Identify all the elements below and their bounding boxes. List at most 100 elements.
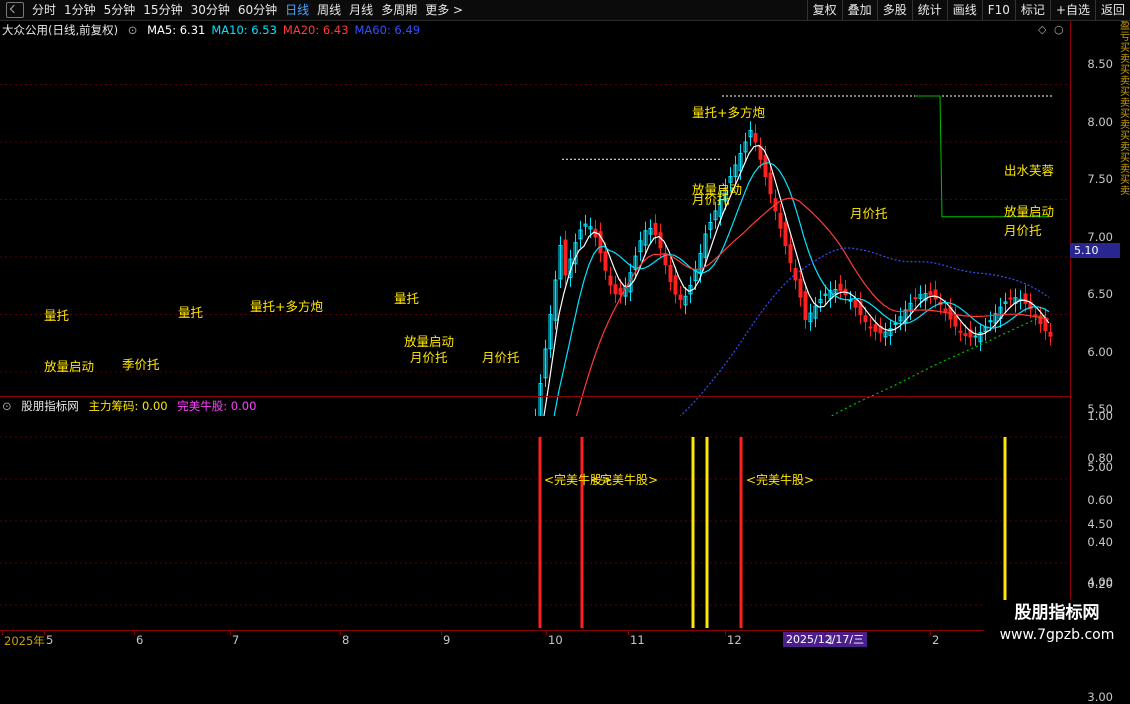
period-tab-1[interactable]: 1分钟	[60, 0, 100, 20]
back-icon[interactable]	[6, 2, 24, 18]
candle-body	[953, 315, 958, 327]
candle-body	[958, 330, 963, 333]
period-tab-6[interactable]: 日线	[281, 0, 313, 20]
indicator-tick: 0.40	[1087, 535, 1113, 549]
toolbar-button-4[interactable]: 画线	[946, 0, 982, 20]
date-tick: 5	[46, 633, 54, 647]
indicator-value-2: 完美牛股: 0.00	[177, 399, 257, 413]
date-axis: 2025/12/17/三 2025年 5 6 7 8 9 10 11 12 1 2	[0, 630, 1070, 651]
candle-body	[1048, 331, 1053, 337]
toolbar-button-3[interactable]: 统计	[911, 0, 947, 20]
stock-title: 大众公用(日线,前复权)	[2, 23, 119, 37]
candle-body	[778, 212, 783, 229]
date-tick-mark	[44, 631, 45, 635]
candle-body	[668, 264, 673, 283]
period-tab-3[interactable]: 15分钟	[139, 0, 186, 20]
candle-body	[1008, 297, 1013, 300]
date-tick: 8	[342, 633, 350, 647]
period-tab-10[interactable]: 更多 >	[421, 0, 467, 20]
period-tab-7[interactable]: 周线	[313, 0, 345, 20]
date-tick-mark	[340, 631, 341, 635]
candle-body	[763, 154, 768, 177]
candle-body	[803, 291, 808, 321]
toolbar-button-2[interactable]: 多股	[876, 0, 912, 20]
period-tab-8[interactable]: 月线	[345, 0, 377, 20]
sub-legend: ⊙ 股朋指标网 主力筹码: 0.00 完美牛股: 0.00	[2, 398, 262, 414]
date-tick: 2	[932, 633, 940, 647]
candle-body	[613, 284, 618, 295]
date-tick: 6	[136, 633, 144, 647]
ma-label-1: MA10: 6.53	[211, 23, 277, 37]
current-price-badge: 5.10	[1070, 243, 1120, 258]
signal-label: 月价托	[482, 350, 520, 365]
chart-area[interactable]: 大众公用(日线,前复权) ⊙ MA5: 6.31 MA10: 6.53 MA20: …	[0, 21, 1070, 630]
toolbar-button-8[interactable]: 返回	[1094, 0, 1130, 20]
candle-body	[963, 333, 968, 337]
indicator-chart: <完美牛股><完美牛股> <完美牛股>	[0, 436, 1070, 628]
price-chart: 量托放量启动 季价托量托 量托+多方炮量托放量启动月价托 月价托量托+多方炮放量启动月…	[0, 84, 1070, 416]
candle-body	[848, 299, 853, 302]
indicator-tick: 0.60	[1087, 493, 1113, 507]
period-tab-2[interactable]: 5分钟	[100, 0, 140, 20]
date-tick-mark	[628, 631, 629, 635]
period-tab-9[interactable]: 多周期	[377, 0, 421, 20]
period-tab-0[interactable]: 分时	[28, 0, 60, 20]
close-icon[interactable]: ○	[1054, 23, 1064, 36]
candle-body	[943, 308, 948, 313]
date-tick: 2025年	[4, 634, 45, 648]
candle-body	[783, 222, 788, 247]
period-tab-4[interactable]: 30分钟	[187, 0, 234, 20]
watermark-title: 股朋指标网	[1014, 603, 1100, 623]
toolbar-button-1[interactable]: 叠加	[841, 0, 877, 20]
indicator-tick: 1.00	[1087, 409, 1113, 423]
toolbar-button-6[interactable]: 标记	[1014, 0, 1050, 20]
price-tick: 7.50	[1087, 172, 1113, 186]
period-tab-5[interactable]: 60分钟	[234, 0, 281, 20]
toolbar-button-7[interactable]: +自选	[1049, 0, 1095, 20]
watermark: 股朋指标网 www.7gpzb.com	[984, 600, 1130, 650]
signal-label: 出水芙蓉	[1004, 163, 1055, 178]
candle-body	[618, 287, 623, 295]
toolbar-button-5[interactable]: F10	[981, 0, 1015, 20]
candle-body	[798, 278, 803, 298]
candle-body	[873, 324, 878, 332]
ma-line	[553, 162, 1050, 416]
candle-body	[678, 294, 683, 300]
candle-body	[928, 291, 933, 296]
date-tick-mark	[825, 631, 826, 635]
ma-line	[575, 197, 1050, 416]
price-tick: 6.50	[1087, 287, 1113, 301]
price-tick: 3.00	[1087, 689, 1113, 704]
candle-body	[853, 299, 858, 308]
candle-body	[1023, 293, 1028, 304]
settings-icon[interactable]: ⊙	[128, 23, 138, 37]
date-tick-mark	[134, 631, 135, 635]
candle-body	[863, 315, 868, 323]
price-tick: 6.00	[1087, 344, 1113, 359]
price-tick: 8.50	[1087, 57, 1113, 71]
date-tick-mark	[930, 631, 931, 635]
right-toolbar: 复权 叠加 多股 统计 画线 F10 标记 +自选 返回	[806, 0, 1130, 20]
watermark-url: www.7gpzb.com	[999, 627, 1115, 643]
signal-label: 放量启动	[44, 359, 94, 374]
candle-body	[788, 244, 793, 264]
collapse-icon[interactable]: ⊙	[2, 399, 12, 413]
candle-body	[913, 297, 918, 300]
candle-body	[753, 132, 758, 143]
signal-label: 量托	[44, 308, 69, 323]
date-tick-mark	[546, 631, 547, 635]
price-tick: 7.00	[1087, 229, 1113, 244]
indicator-value-1: 主力筹码: 0.00	[88, 399, 168, 413]
period-toolbar: 分时 1分钟 5分钟 15分钟 30分钟 60分钟 日线 周线 月线 多周期 更多 > 复权 叠加 多股…	[0, 0, 1130, 21]
indicator-tick: 0.80	[1087, 451, 1113, 465]
date-tick: 12	[727, 633, 742, 647]
date-tick: 1	[827, 633, 835, 647]
expand-icon[interactable]: ◇	[1038, 23, 1046, 36]
signal-text: <完美牛股>	[746, 472, 814, 487]
toolbar-button-0[interactable]: 复权	[806, 0, 842, 20]
candle-body	[868, 326, 873, 329]
signal-label: 月价托	[1004, 223, 1042, 238]
signal-label: 量托+多方炮	[250, 299, 323, 314]
date-tick: 9	[443, 633, 451, 647]
candle-body	[673, 275, 678, 295]
